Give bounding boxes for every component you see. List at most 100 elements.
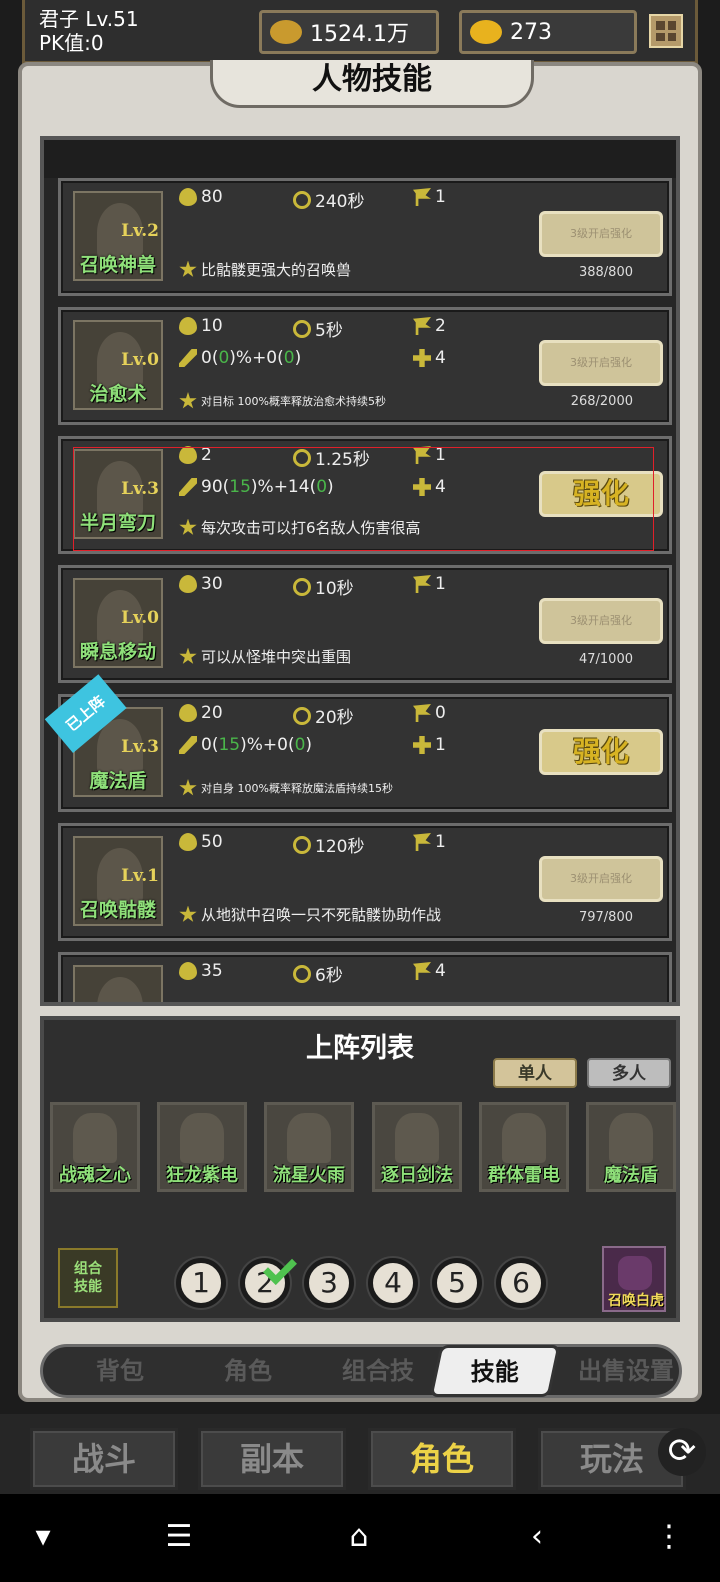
- tab-dungeon[interactable]: 副本: [198, 1428, 346, 1490]
- skill-card-summon-beast[interactable]: Lv.2 召唤神兽 80 240秒 1 比骷髅更强大的召唤兽 3级开启强化 38…: [58, 178, 672, 296]
- preset-button-6[interactable]: 6: [496, 1258, 546, 1308]
- mp-cost: 30: [179, 574, 223, 594]
- cooldown: 6秒: [293, 961, 343, 986]
- tab-character[interactable]: 角色: [193, 1347, 303, 1395]
- main-tab-bar: 战斗 副本 角色 玩法 ⟳: [0, 1414, 720, 1494]
- targets-icon: [413, 736, 431, 754]
- ingot-counter[interactable]: 273: [459, 10, 637, 54]
- top-status-bar: 君子 Lv.51 PK值:0 1524.1万 273: [22, 0, 698, 64]
- tab-battle[interactable]: 战斗: [30, 1428, 178, 1490]
- range: 1: [413, 445, 446, 465]
- mp-cost: 80: [179, 187, 223, 207]
- lineup-slot-5[interactable]: 群体雷电: [479, 1102, 569, 1192]
- skill-name: 魔法盾: [89, 770, 147, 792]
- skill-description: 可以从怪堆中突出重围: [179, 646, 351, 667]
- tab-bag[interactable]: 背包: [65, 1347, 175, 1395]
- mana-drop-icon: [179, 575, 197, 593]
- gold-counter[interactable]: 1524.1万: [259, 10, 439, 54]
- skill-card-summon-skeleton[interactable]: Lv.1 召唤骷髅 50 120秒 1 从地狱中召唤一只不死骷髅协助作战 3级开…: [58, 823, 672, 941]
- target-count: 1: [413, 735, 446, 755]
- mp-cost: 50: [179, 832, 223, 852]
- multi-mode-button[interactable]: 多人: [587, 1058, 671, 1088]
- skill-card-teleport[interactable]: Lv.0 瞬息移动 30 10秒 1 可以从怪堆中突出重围 3级开启强化 47/…: [58, 565, 672, 683]
- upgrade-button[interactable]: 强化: [539, 729, 663, 775]
- skill-card-heal[interactable]: Lv.0 治愈术 10 5秒 2 0(0)%+0(0) 4 对目标 100%概率…: [58, 307, 672, 425]
- skill-icon: [73, 965, 163, 1002]
- skill-progress: 47/1000: [578, 652, 633, 667]
- skill-progress: 268/2000: [570, 394, 633, 409]
- star-icon: [179, 647, 197, 664]
- star-icon: [179, 392, 197, 409]
- sword-icon: [179, 349, 197, 367]
- skill-progress: 388/800: [578, 265, 633, 280]
- tiger-icon: [618, 1256, 652, 1290]
- upgrade-button-locked[interactable]: 3级开启强化: [539, 856, 663, 902]
- back-icon[interactable]: ‹: [512, 1512, 562, 1562]
- sword-icon: [179, 478, 197, 496]
- skill-name: 召唤骷髅: [79, 899, 156, 921]
- tab-sell-settings[interactable]: 出售设置: [561, 1347, 691, 1395]
- star-icon: [179, 905, 197, 922]
- combo-skill-button[interactable]: 组合 技能: [58, 1248, 118, 1308]
- lineup-slot-1[interactable]: 战魂之心: [50, 1102, 140, 1192]
- skill-description: 从地狱中召唤一只不死骷髅协助作战: [179, 904, 441, 925]
- range: 1: [413, 187, 446, 207]
- mp-cost: 35: [179, 961, 223, 981]
- skill-progress: 797/800: [578, 910, 633, 925]
- preset-button-2[interactable]: 2: [240, 1251, 297, 1308]
- player-name-level: 君子 Lv.51: [39, 6, 139, 31]
- target-count: 4: [413, 477, 446, 497]
- mana-drop-icon: [179, 962, 197, 980]
- chevron-down-icon[interactable]: ▾: [18, 1512, 68, 1562]
- tab-combo[interactable]: 组合技: [313, 1347, 443, 1395]
- single-mode-button[interactable]: 单人: [493, 1058, 577, 1088]
- skill-list[interactable]: Lv.2 召唤神兽 80 240秒 1 比骷髅更强大的召唤兽 3级开启强化 38…: [40, 136, 680, 1006]
- mp-cost: 20: [179, 703, 223, 723]
- more-options-icon[interactable]: ⋮: [644, 1512, 694, 1562]
- lineup-slot-4[interactable]: 逐日剑法: [372, 1102, 462, 1192]
- preset-button-3[interactable]: 3: [304, 1258, 354, 1308]
- gold-amount: 1524.1万: [310, 22, 409, 47]
- range: 0: [413, 703, 446, 723]
- refresh-icon[interactable]: ⟳: [658, 1428, 706, 1476]
- targets-icon: [413, 349, 431, 367]
- cooldown: 20秒: [293, 703, 354, 728]
- star-icon: [179, 779, 197, 796]
- clock-icon: [293, 706, 311, 725]
- mana-drop-icon: [179, 317, 197, 335]
- preset-button-5[interactable]: 5: [432, 1258, 482, 1308]
- skill-level: Lv.0: [121, 350, 159, 370]
- range: 1: [413, 574, 446, 594]
- clock-icon: [293, 577, 311, 596]
- range-icon: [413, 575, 431, 593]
- mana-drop-icon: [179, 704, 197, 722]
- preset-button-1[interactable]: 1: [176, 1258, 226, 1308]
- preset-button-4[interactable]: 4: [368, 1258, 418, 1308]
- sword-icon: [179, 736, 197, 754]
- upgrade-button-locked[interactable]: 3级开启强化: [539, 598, 663, 644]
- clock-icon: [293, 964, 311, 983]
- clock-icon: [293, 319, 311, 338]
- skill-card-magic-shield[interactable]: Lv.3 魔法盾 已上阵 20 20秒 0 0(15)%+0(0) 1 对自身 …: [44, 674, 672, 812]
- targets-icon: [413, 478, 431, 496]
- upgrade-button-locked[interactable]: 3级开启强化: [539, 340, 663, 386]
- skill-card-partial[interactable]: 35 6秒 4: [58, 952, 672, 1002]
- range-icon: [413, 188, 431, 206]
- clock-icon: [293, 835, 311, 854]
- upgrade-button[interactable]: 强化: [539, 471, 663, 517]
- menu-icon[interactable]: ☰: [154, 1512, 204, 1562]
- tab-character-main[interactable]: 角色: [368, 1428, 516, 1490]
- menu-grid-button[interactable]: [649, 14, 683, 48]
- summon-white-tiger-button[interactable]: 召唤白虎: [602, 1246, 666, 1312]
- lineup-slot-6[interactable]: 魔法盾: [586, 1102, 676, 1192]
- lineup-slot-2[interactable]: 狂龙紫电: [157, 1102, 247, 1192]
- tab-skills[interactable]: 技能: [429, 1345, 561, 1397]
- range: 4: [413, 961, 446, 981]
- player-info[interactable]: 君子 Lv.51 PK值:0: [25, 7, 255, 55]
- skill-card-half-moon-blade[interactable]: Lv.3 半月弯刀 2 1.25秒 1 90(15)%+14(0) 4 每次攻击…: [58, 436, 672, 554]
- ingot-amount: 273: [510, 19, 552, 45]
- skill-description: 对目标 100%概率释放治愈术持续5秒: [179, 392, 386, 410]
- home-icon[interactable]: ⌂: [334, 1512, 384, 1562]
- lineup-slot-3[interactable]: 流星火雨: [264, 1102, 354, 1192]
- upgrade-button-locked[interactable]: 3级开启强化: [539, 211, 663, 257]
